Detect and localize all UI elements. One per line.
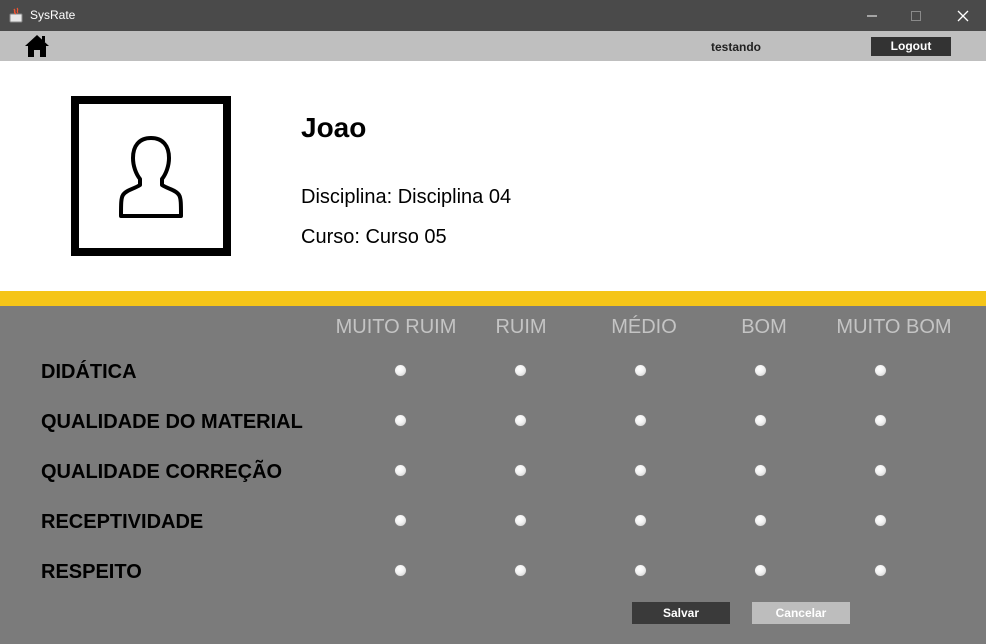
window-title: SysRate — [30, 8, 76, 22]
radio-respeito-muito-bom[interactable] — [875, 565, 886, 576]
radio-respeito-medio[interactable] — [635, 565, 646, 576]
radio-correcao-muito-ruim[interactable] — [395, 465, 406, 476]
radio-receptividade-muito-bom[interactable] — [875, 515, 886, 526]
criterion-label-qualidade-correcao: QUALIDADE CORREÇÃO — [41, 461, 283, 483]
radio-receptividade-bom[interactable] — [755, 515, 766, 526]
maximize-button[interactable] — [893, 0, 939, 31]
radio-material-muito-ruim[interactable] — [395, 415, 406, 426]
user-silhouette-icon — [119, 136, 183, 218]
radio-didatica-ruim[interactable] — [515, 365, 526, 376]
top-navigation-bar: testando Logout — [0, 31, 986, 61]
radio-correcao-ruim[interactable] — [515, 465, 526, 476]
disciplina-label: Disciplina: Disciplina 04 — [301, 186, 512, 208]
column-header-muito-bom: MUITO BOM — [836, 316, 952, 338]
window-titlebar: SysRate — [0, 0, 986, 31]
criterion-label-didatica: DIDÁTICA — [41, 361, 137, 383]
close-button[interactable] — [940, 0, 986, 31]
criterion-label-respeito: RESPEITO — [41, 561, 142, 583]
java-app-icon — [9, 7, 23, 23]
home-icon[interactable] — [24, 33, 50, 59]
radio-receptividade-medio[interactable] — [635, 515, 646, 526]
minimize-icon — [867, 15, 877, 17]
logout-button[interactable]: Logout — [871, 37, 951, 56]
column-header-medio: MÉDIO — [611, 316, 677, 338]
radio-respeito-muito-ruim[interactable] — [395, 565, 406, 576]
radio-respeito-ruim[interactable] — [515, 565, 526, 576]
minimize-button[interactable] — [849, 0, 895, 31]
radio-respeito-bom[interactable] — [755, 565, 766, 576]
curso-label: Curso: Curso 05 — [301, 226, 447, 248]
radio-material-muito-bom[interactable] — [875, 415, 886, 426]
column-header-ruim: RUIM — [495, 316, 547, 338]
radio-correcao-bom[interactable] — [755, 465, 766, 476]
radio-material-ruim[interactable] — [515, 415, 526, 426]
radio-didatica-muito-ruim[interactable] — [395, 365, 406, 376]
criterion-label-receptividade: RECEPTIVIDADE — [41, 511, 204, 533]
teacher-name: Joao — [301, 112, 367, 143]
criterion-label-qualidade-material: QUALIDADE DO MATERIAL — [41, 411, 303, 433]
column-header-bom: BOM — [741, 316, 787, 338]
accent-stripe — [0, 291, 986, 306]
avatar — [71, 96, 231, 256]
radio-receptividade-ruim[interactable] — [515, 515, 526, 526]
maximize-icon — [911, 11, 921, 21]
radio-didatica-bom[interactable] — [755, 365, 766, 376]
save-button[interactable]: Salvar — [632, 602, 730, 624]
radio-didatica-muito-bom[interactable] — [875, 365, 886, 376]
column-header-muito-ruim: MUITO RUIM — [335, 316, 457, 338]
radio-correcao-muito-bom[interactable] — [875, 465, 886, 476]
radio-correcao-medio[interactable] — [635, 465, 646, 476]
profile-panel: Joao Disciplina: Disciplina 04 Curso: Cu… — [0, 61, 986, 291]
radio-material-bom[interactable] — [755, 415, 766, 426]
close-icon — [957, 10, 969, 22]
cancel-button[interactable]: Cancelar — [752, 602, 850, 624]
radio-receptividade-muito-ruim[interactable] — [395, 515, 406, 526]
username-label: testando — [711, 40, 762, 54]
radio-didatica-medio[interactable] — [635, 365, 646, 376]
radio-material-medio[interactable] — [635, 415, 646, 426]
